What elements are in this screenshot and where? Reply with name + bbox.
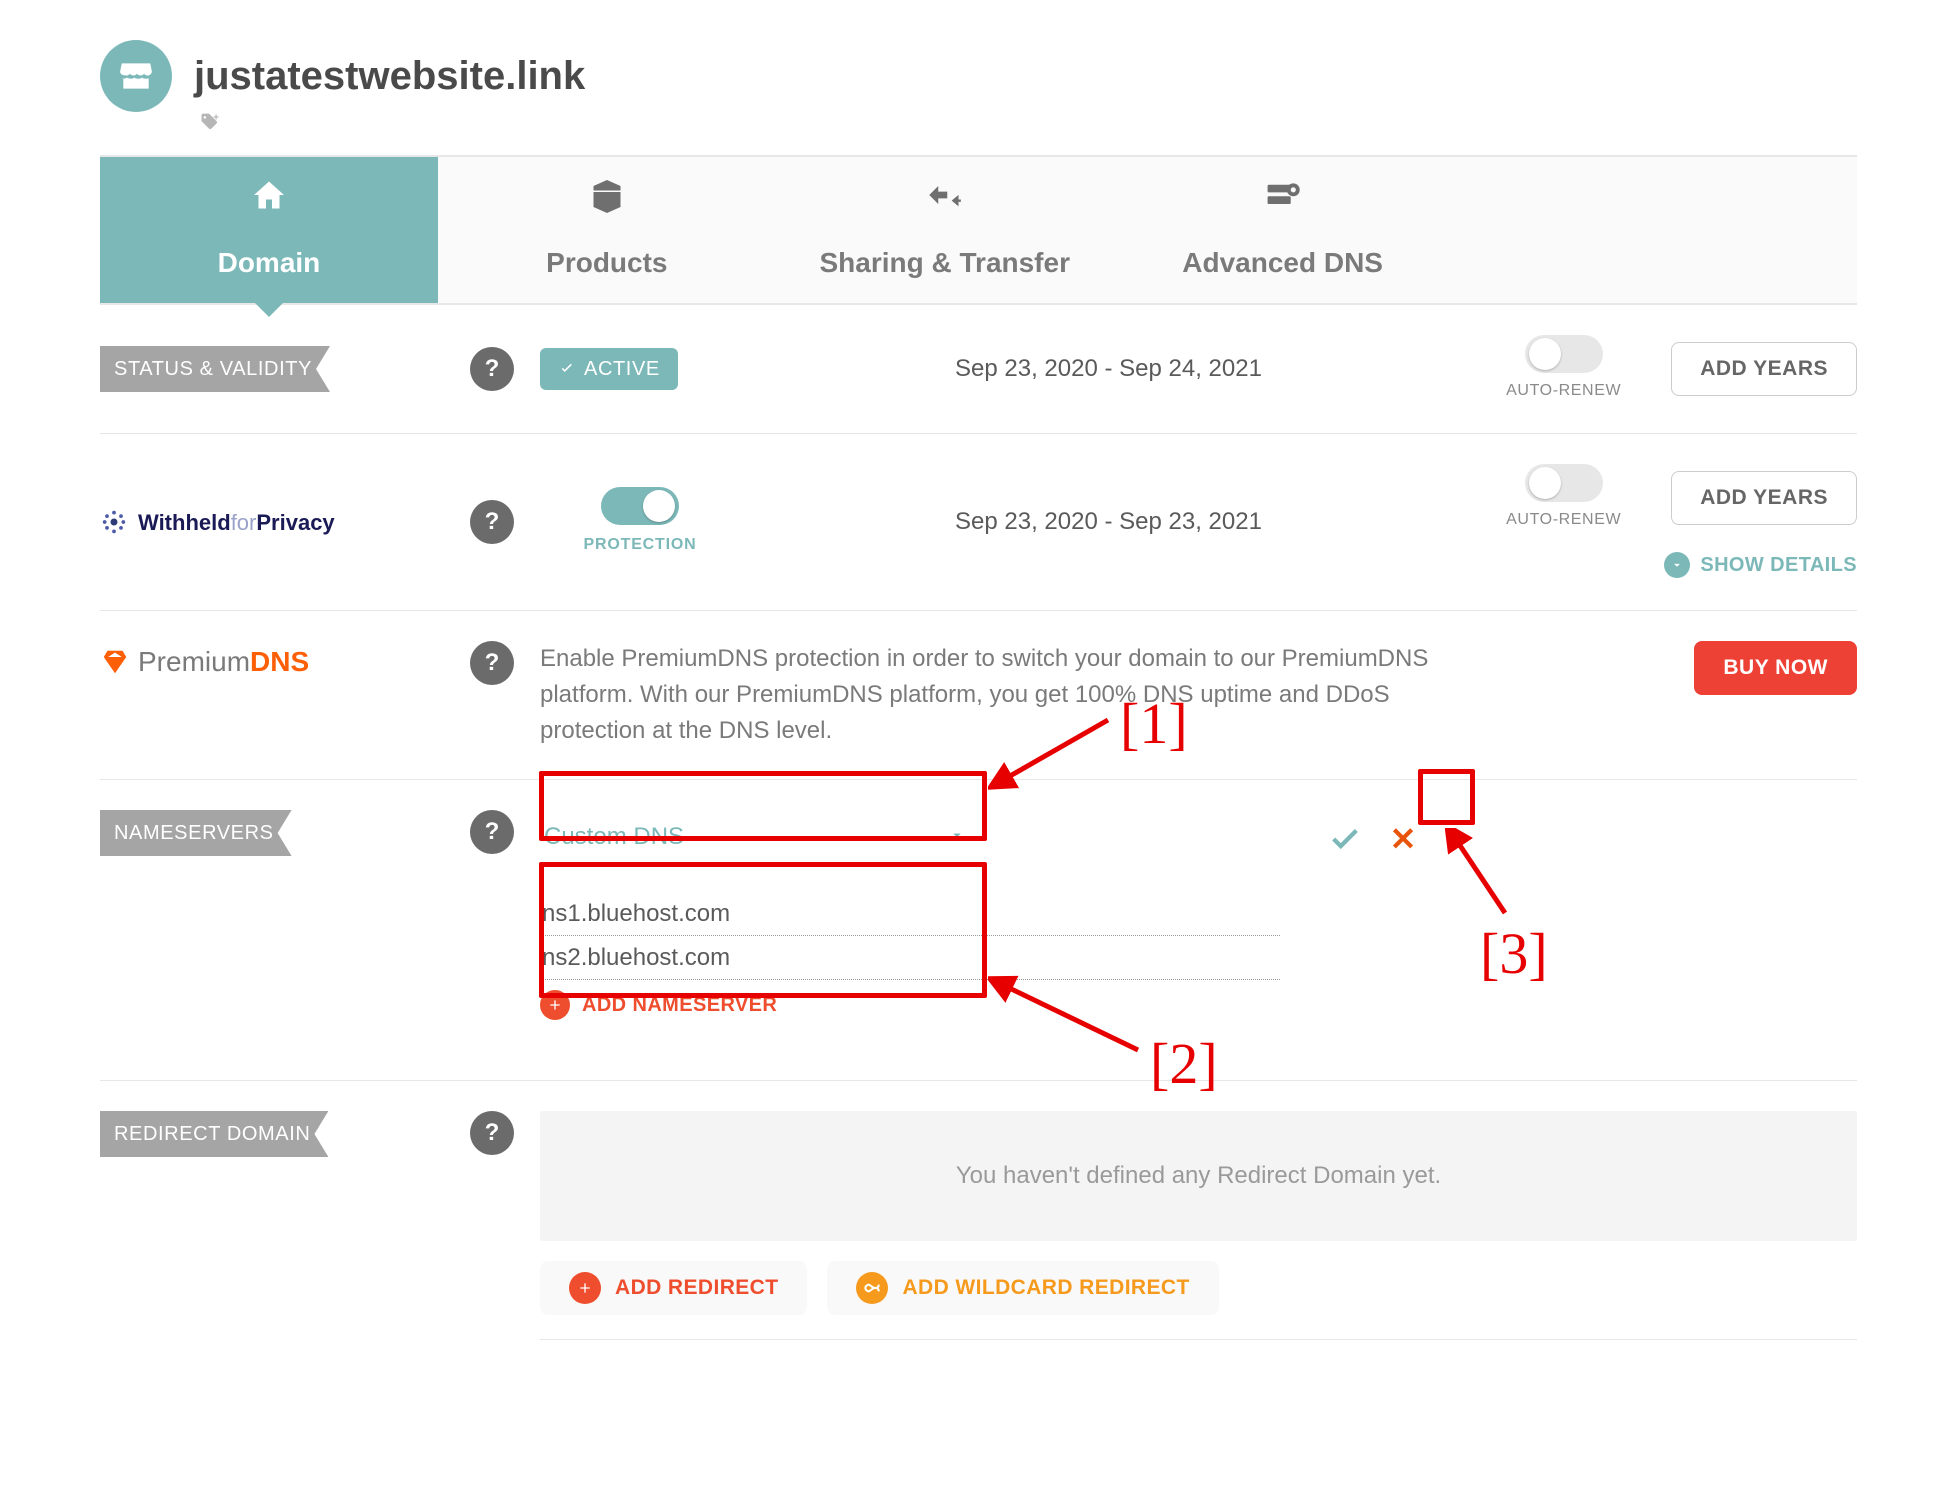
check-icon	[558, 360, 576, 378]
tab-domain[interactable]: Domain	[100, 157, 438, 303]
tab-label: Advanced DNS	[1182, 242, 1383, 284]
status-label: STATUS & VALIDITY	[100, 346, 330, 392]
help-icon[interactable]: ?	[470, 347, 514, 391]
caret-down-icon	[948, 819, 966, 855]
nameservers-label: NAMESERVERS	[100, 810, 292, 856]
add-redirect-button[interactable]: ADD REDIRECT	[540, 1261, 807, 1315]
protection-toggle[interactable]	[601, 487, 679, 525]
premiumdns-description: Enable PremiumDNS protection in order to…	[540, 641, 1477, 749]
select-value: Custom DNS	[544, 819, 684, 855]
plus-icon	[569, 1272, 601, 1304]
diamond-icon	[100, 647, 130, 677]
auto-renew-toggle[interactable]	[1525, 335, 1603, 373]
premiumdns-logo: PremiumDNS	[100, 641, 470, 683]
plus-icon	[540, 990, 570, 1020]
redirect-label: REDIRECT DOMAIN	[100, 1111, 328, 1157]
status-dates: Sep 23, 2020 - Sep 24, 2021	[740, 351, 1477, 387]
privacy-dots-icon	[100, 508, 128, 536]
domain-title: justatestwebsite.link	[194, 46, 585, 106]
logo-text: for	[231, 510, 257, 535]
check-icon	[1328, 822, 1362, 856]
infinity-icon	[856, 1272, 888, 1304]
buy-now-button[interactable]: BUY NOW	[1694, 641, 1857, 695]
dns-type-select[interactable]: Custom DNS	[540, 810, 970, 864]
help-icon[interactable]: ?	[470, 500, 514, 544]
show-details-button[interactable]: SHOW DETAILS	[1664, 550, 1857, 580]
active-badge-label: ACTIVE	[584, 354, 660, 384]
tab-products[interactable]: Products	[438, 157, 776, 303]
chevron-down-icon	[1664, 552, 1690, 578]
help-icon[interactable]: ?	[470, 1111, 514, 1155]
confirm-nameservers-button[interactable]	[1320, 814, 1370, 864]
svg-text:+: +	[213, 112, 219, 123]
add-wildcard-label: ADD WILDCARD REDIRECT	[902, 1272, 1189, 1304]
tab-label: Domain	[218, 242, 321, 284]
privacy-dates: Sep 23, 2020 - Sep 23, 2021	[740, 504, 1477, 540]
box-icon	[589, 177, 625, 224]
server-gear-icon	[1265, 177, 1301, 224]
nameserver-2-input[interactable]	[540, 936, 1280, 980]
logo-text: Premium	[138, 646, 250, 677]
tab-sharing[interactable]: Sharing & Transfer	[776, 157, 1114, 303]
cancel-nameservers-button[interactable]: ✕	[1378, 814, 1428, 864]
nameserver-1-input[interactable]	[540, 892, 1280, 936]
help-icon[interactable]: ?	[470, 810, 514, 854]
logo-text: Withheld	[138, 510, 231, 535]
auto-renew-toggle[interactable]	[1525, 464, 1603, 502]
tabs: Domain Products Sharing & Transfer Advan…	[100, 155, 1857, 305]
tab-label: Sharing & Transfer	[819, 242, 1070, 284]
logo-text: DNS	[250, 646, 309, 677]
tab-label: Products	[546, 242, 667, 284]
help-icon[interactable]: ?	[470, 641, 514, 685]
protection-label: PROTECTION	[584, 533, 697, 557]
logo-text: Privacy	[256, 510, 334, 535]
domain-avatar	[100, 40, 172, 112]
add-redirect-label: ADD REDIRECT	[615, 1272, 778, 1304]
add-wildcard-redirect-button[interactable]: ADD WILDCARD REDIRECT	[827, 1261, 1218, 1315]
add-years-button[interactable]: ADD YEARS	[1671, 471, 1857, 525]
add-years-button[interactable]: ADD YEARS	[1671, 342, 1857, 396]
transfer-icon	[927, 177, 963, 224]
add-nameserver-button[interactable]: ADD NAMESERVER	[540, 990, 1280, 1020]
home-icon	[251, 177, 287, 224]
add-nameserver-label: ADD NAMESERVER	[582, 990, 777, 1020]
tab-advanced-dns[interactable]: Advanced DNS	[1114, 157, 1452, 303]
show-details-label: SHOW DETAILS	[1700, 550, 1857, 580]
active-badge: ACTIVE	[540, 348, 678, 390]
withheld-privacy-logo: WithheldforPrivacy	[100, 506, 470, 539]
tab-spacer	[1452, 157, 1857, 303]
tag-icon[interactable]: +	[196, 108, 1857, 141]
close-icon: ✕	[1390, 815, 1417, 863]
redirect-empty-text: You haven't defined any Redirect Domain …	[956, 1158, 1441, 1194]
auto-renew-label: AUTO-RENEW	[1506, 379, 1621, 403]
redirect-empty-state: You haven't defined any Redirect Domain …	[540, 1111, 1857, 1241]
auto-renew-label: AUTO-RENEW	[1506, 508, 1621, 532]
storefront-icon	[117, 57, 155, 95]
